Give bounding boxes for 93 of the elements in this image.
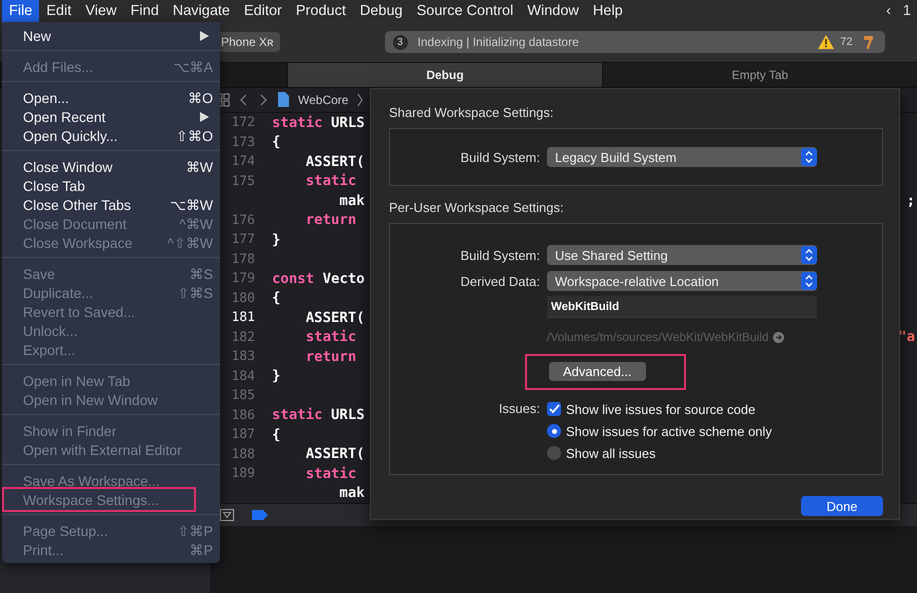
- build-system-popup[interactable]: Use Shared Setting: [547, 245, 817, 265]
- code-line: {: [272, 134, 280, 150]
- line-number: 188: [232, 446, 255, 462]
- section-title: Per-User Workspace Settings:: [389, 200, 565, 215]
- code-line: static URLS: [272, 407, 365, 424]
- menu-bar-item[interactable]: Product: [288, 0, 353, 22]
- code-line: static: [304, 173, 356, 190]
- menu-item[interactable]: Close Tab: [2, 176, 220, 195]
- derived-data-popup[interactable]: Workspace-relative Location: [547, 271, 817, 291]
- menu-bar-item[interactable]: Navigate: [166, 0, 237, 22]
- code-line: static: [304, 329, 356, 346]
- line-number: 173: [232, 134, 255, 150]
- derived-data-path: /Volumes/tm/sources/WebKit/WebKitBuild: [547, 330, 769, 344]
- menu-bar-item[interactable]: Window: [520, 0, 586, 22]
- code-fragment: "a: [898, 329, 915, 346]
- field-label: Build System:: [460, 248, 541, 262]
- activity-status: Indexing | Initializing datastore: [418, 35, 579, 49]
- line-number: 180: [232, 290, 255, 306]
- checkmark-icon: [548, 404, 560, 414]
- code-line: ASSERT(: [304, 154, 365, 170]
- code-line: const Vecto: [272, 270, 365, 287]
- code-line: {: [272, 290, 280, 306]
- code-line: ASSERT(: [304, 446, 365, 462]
- field-label: Derived Data:: [460, 274, 541, 288]
- line-number: 189: [232, 466, 255, 482]
- code-line: return: [304, 212, 356, 228]
- menu-item[interactable]: Open Recent: [2, 107, 220, 126]
- breakpoint-icon[interactable]: [252, 510, 268, 520]
- code-line: {: [272, 426, 280, 443]
- line-number: 184: [232, 368, 255, 384]
- line-number: 183: [232, 349, 255, 364]
- line-number: 182: [232, 330, 255, 345]
- warning-count: 72: [840, 36, 853, 48]
- build-system-popup[interactable]: Legacy Build System: [547, 147, 817, 167]
- back-icon[interactable]: [239, 92, 249, 107]
- done-button[interactable]: Done: [801, 496, 883, 516]
- line-number: 187: [232, 427, 255, 442]
- task-count-badge: 3: [392, 34, 408, 50]
- menu-item[interactable]: Open Quickly... ⇧⌘O: [2, 126, 220, 145]
- menu-bar-item[interactable]: Debug: [352, 0, 410, 22]
- line-number: 185: [232, 388, 255, 404]
- issues-radio-option[interactable]: Show all issues: [547, 444, 772, 462]
- line-number: 186: [232, 408, 255, 423]
- menu-bar-item[interactable]: View: [78, 0, 124, 22]
- menu-item[interactable]: Close Other Tabs ⌥⌘W: [2, 195, 220, 214]
- stepper-icon: [801, 246, 817, 264]
- code-line: mak: [338, 485, 365, 502]
- code-line: return: [304, 348, 356, 365]
- reveal-arrow-icon[interactable]: [772, 332, 784, 342]
- menu-bar-item[interactable]: Source Control: [410, 0, 520, 22]
- radio-button[interactable]: [547, 446, 561, 460]
- menu-item[interactable]: Open... ⌘O: [2, 88, 220, 107]
- radio-button[interactable]: [547, 424, 561, 438]
- field-label: Issues:: [498, 400, 541, 418]
- line-number: 172: [232, 115, 255, 130]
- code-line: static: [304, 466, 356, 482]
- line-number: 178: [232, 252, 255, 267]
- folder-name-field[interactable]: WebKitBuild: [547, 296, 817, 318]
- line-number: 174: [232, 154, 255, 170]
- breadcrumb[interactable]: WebCore: [298, 92, 348, 107]
- code-line: static URLS: [272, 114, 365, 131]
- code-line: ASSERT(: [304, 310, 365, 326]
- advanced-button[interactable]: Advanced...: [549, 362, 646, 381]
- status-item[interactable]: 1: [896, 3, 917, 19]
- menu-bar-item[interactable]: Find: [124, 0, 166, 22]
- field-label: Build System:: [460, 150, 541, 164]
- menu-item[interactable]: Close Window ⌘W: [2, 157, 220, 176]
- document-icon: [277, 92, 289, 108]
- line-number: 176: [232, 212, 255, 228]
- menu-bar-item[interactable]: Edit: [39, 0, 78, 22]
- line-number: 179: [232, 271, 255, 286]
- live-issues-checkbox[interactable]: Show live issues for source code: [547, 400, 772, 418]
- status-item[interactable]: ‹: [880, 3, 897, 19]
- line-number: 175: [232, 174, 255, 189]
- line-number: 181: [232, 310, 255, 326]
- warning-icon[interactable]: [818, 35, 834, 49]
- section-title: Shared Workspace Settings:: [389, 105, 555, 120]
- menu-bar-item[interactable]: File: [2, 0, 40, 22]
- stepper-icon: [801, 148, 817, 166]
- line-number: 177: [232, 232, 255, 248]
- stepper-icon: [801, 272, 817, 290]
- menu-bar-item[interactable]: Help: [586, 0, 630, 22]
- checkbox[interactable]: [547, 402, 561, 416]
- filter-icon[interactable]: [220, 508, 234, 521]
- code-line: }: [272, 368, 280, 384]
- issues-radio-option[interactable]: Show issues for active scheme only: [547, 422, 772, 440]
- forward-icon[interactable]: [258, 92, 268, 107]
- code-line: }: [272, 232, 280, 248]
- chevron-icon: [357, 92, 364, 107]
- menu-bar-item[interactable]: Editor: [237, 0, 289, 22]
- code-line: mak: [338, 192, 365, 209]
- editor-tab[interactable]: Debug: [287, 63, 602, 87]
- code-fragment: ;: [906, 192, 915, 209]
